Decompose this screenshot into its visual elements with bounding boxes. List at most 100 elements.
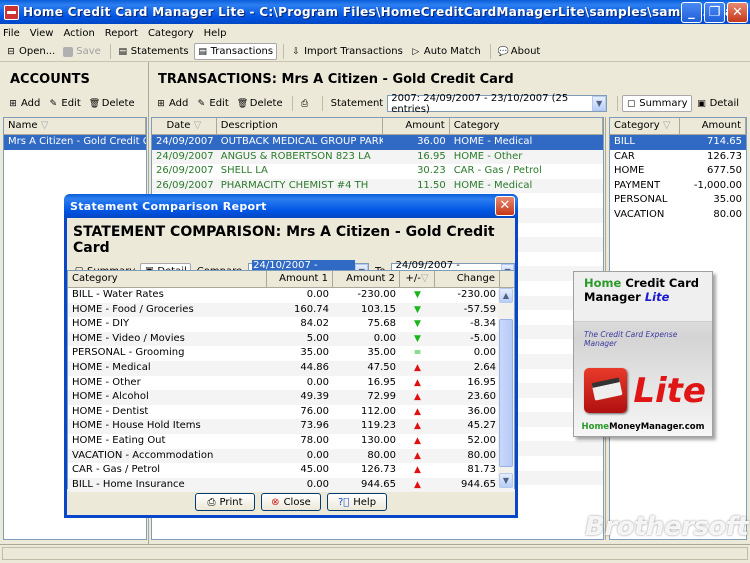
summary-row[interactable]: PAYMENT -1,000.00 bbox=[610, 179, 746, 194]
category-column-header[interactable]: Category bbox=[68, 271, 267, 287]
summary-row[interactable]: PERSONAL 35.00 bbox=[610, 193, 746, 208]
cell-amount1: 5.00 bbox=[306, 332, 329, 344]
status-bar bbox=[0, 544, 750, 563]
cell-amount2: 103.15 bbox=[361, 303, 396, 315]
comparison-row[interactable]: HOME - Eating Out 78.00 130.00 ▲ 52.00 bbox=[68, 434, 514, 449]
edit-transaction-button[interactable]: ✎ Edit bbox=[193, 95, 231, 112]
statement-select[interactable]: 2007: 24/09/2007 - 23/10/2007 (25 entrie… bbox=[387, 93, 608, 115]
close-window-button[interactable]: ✕ bbox=[727, 2, 748, 23]
cell-amount1: 84.02 bbox=[300, 318, 329, 330]
cell-amount1: 35.00 bbox=[300, 347, 329, 359]
comparison-row[interactable]: HOME - Other 0.00 16.95 ▲ 16.95 bbox=[68, 376, 514, 391]
amount2-column-header[interactable]: Amount 2 bbox=[333, 271, 400, 287]
comparison-row[interactable]: HOME - DIY 84.02 75.68 ▼ -8.34 bbox=[68, 317, 514, 332]
transactions-button[interactable]: ▤ Transactions bbox=[193, 43, 278, 60]
statements-button[interactable]: ▤ Statements bbox=[115, 43, 192, 60]
folder-open-icon: ⊟ bbox=[7, 46, 15, 57]
amount-column-header[interactable]: Amount bbox=[383, 118, 450, 134]
summary-amount-header[interactable]: Amount bbox=[680, 118, 746, 134]
comparison-row[interactable]: BILL - Water Rates 0.00 -230.00 ▼ -230.00 bbox=[68, 288, 514, 303]
menu-category[interactable]: Category bbox=[148, 28, 194, 39]
account-row[interactable]: Mrs A Citizen - Gold Credit Card bbox=[4, 135, 146, 150]
summary-amount: 126.73 bbox=[707, 150, 742, 162]
date-column-header[interactable]: Date ▽ bbox=[152, 118, 217, 134]
summary-row[interactable]: CAR 126.73 bbox=[610, 150, 746, 165]
menu-file[interactable]: File bbox=[3, 28, 20, 39]
cell-amount1: 45.00 bbox=[300, 464, 329, 476]
dialog-title: Statement Comparison Report bbox=[70, 199, 267, 213]
summary-row[interactable]: BILL 714.65 bbox=[610, 135, 746, 150]
comparison-row[interactable]: HOME - House Hold Items 73.96 119.23 ▲ 45.27 bbox=[68, 419, 514, 434]
dialog-close-button[interactable]: ⊗ Close bbox=[261, 493, 321, 511]
delete-transaction-button[interactable]: 🗑 Delete bbox=[234, 95, 286, 112]
cell-amount1: 0.00 bbox=[306, 376, 329, 388]
import-transactions-button[interactable]: ⇩ Import Transactions bbox=[288, 43, 406, 60]
summary-category: BILL bbox=[614, 136, 635, 147]
about-button[interactable]: 💬 About bbox=[495, 43, 544, 60]
comparison-row[interactable]: CAR - Gas / Petrol 45.00 126.73 ▲ 81.73 bbox=[68, 463, 514, 478]
menu-view[interactable]: View bbox=[30, 28, 54, 39]
transaction-row[interactable]: 26/09/2007 PHARMACITY CHEMIST #4 TH 11.50 H… bbox=[152, 178, 603, 194]
restore-button[interactable]: ❐ bbox=[704, 2, 725, 23]
scroll-thumb[interactable] bbox=[499, 319, 513, 467]
open-button[interactable]: ⊟ Open... bbox=[3, 43, 58, 60]
comparison-row[interactable]: HOME - Food / Groceries 160.74 103.15 ▼ -57.… bbox=[68, 302, 514, 318]
cell-description: OUTBACK MEDICAL GROUP PARKW... bbox=[220, 136, 383, 147]
summary-category-header[interactable]: Category ▽ bbox=[610, 118, 680, 134]
trend-up-icon: ▲ bbox=[414, 465, 421, 476]
trend-up-icon: ▲ bbox=[414, 450, 421, 461]
print-button[interactable]: ⎙ bbox=[297, 95, 316, 112]
delete-account-button[interactable]: 🗑 Delete bbox=[86, 95, 138, 112]
category-column-header[interactable]: Category bbox=[450, 118, 603, 134]
cell-change: -8.34 bbox=[470, 318, 496, 330]
menu-report[interactable]: Report bbox=[105, 28, 138, 39]
comparison-row[interactable]: HOME - Medical 44.86 47.50 ▲ 2.64 bbox=[68, 360, 514, 376]
comparison-row[interactable]: VACATION - Accommodation 0.00 80.00 ▲ 80.00 bbox=[68, 448, 514, 464]
cell-change: 23.60 bbox=[467, 391, 496, 403]
cell-category: BILL - Water Rates bbox=[72, 289, 164, 300]
summary-row[interactable]: HOME 677.50 bbox=[610, 164, 746, 179]
comparison-row[interactable]: HOME - Dentist 76.00 112.00 ▲ 36.00 bbox=[68, 405, 514, 420]
save-button[interactable]: Save bbox=[60, 43, 104, 60]
description-column-header[interactable]: Description bbox=[217, 118, 383, 134]
cell-description: ANGUS & ROBERTSON 823 LA bbox=[220, 150, 371, 162]
comparison-row[interactable]: BILL - Home Insurance 0.00 944.65 ▲ 944.65 bbox=[68, 477, 514, 493]
dialog-print-button[interactable]: ⎙ Print bbox=[195, 493, 255, 511]
menu-bar: File View Action Report Category Help bbox=[0, 24, 750, 42]
minimize-button[interactable]: _ bbox=[681, 2, 702, 23]
chevron-down-icon[interactable]: ▼ bbox=[592, 96, 607, 111]
transaction-row[interactable]: 24/09/2007 ANGUS & ROBERTSON 823 LA 16.95 H… bbox=[152, 149, 603, 165]
comparison-row[interactable]: HOME - Video / Movies 5.00 0.00 ▼ -5.00 bbox=[68, 331, 514, 347]
cell-change: 45.27 bbox=[467, 420, 496, 432]
cell-category: PERSONAL - Grooming bbox=[72, 347, 185, 359]
change-column-header[interactable]: Change bbox=[435, 271, 500, 287]
edit-account-button[interactable]: ✎ Edit bbox=[45, 95, 83, 112]
summary-icon: ▢ bbox=[626, 98, 636, 109]
transaction-row[interactable]: 26/09/2007 SHELL LA 30.23 CAR - Gas / Petro… bbox=[152, 164, 603, 179]
amount1-column-header[interactable]: Amount 1 bbox=[267, 271, 333, 287]
scroll-down-button[interactable]: ▼ bbox=[499, 473, 513, 488]
detail-toggle[interactable]: ▣ Detail bbox=[694, 95, 742, 112]
comparison-row[interactable]: HOME - Alcohol 49.39 72.99 ▲ 23.60 bbox=[68, 390, 514, 405]
summary-toggle[interactable]: ▢ Summary bbox=[622, 95, 692, 112]
cell-change: -57.59 bbox=[463, 303, 496, 315]
app-icon bbox=[4, 4, 19, 20]
dialog-close-icon[interactable]: ✕ bbox=[495, 196, 515, 216]
auto-match-button[interactable]: ▷ Auto Match bbox=[408, 43, 484, 60]
transaction-row[interactable]: 24/09/2007 OUTBACK MEDICAL GROUP PARKW...… bbox=[152, 135, 603, 150]
cell-amount2: 16.95 bbox=[367, 376, 396, 388]
cell-amount2: 0.00 bbox=[373, 332, 396, 344]
comparison-scrollbar[interactable]: ▲ ▼ bbox=[498, 288, 514, 488]
add-transaction-button[interactable]: ⊞ Add bbox=[153, 95, 191, 112]
summary-row[interactable]: VACATION 80.00 bbox=[610, 208, 746, 223]
comparison-row[interactable]: PERSONAL - Grooming 35.00 35.00 = 0.00 bbox=[68, 346, 514, 361]
delta-column-header[interactable]: +/-▽ bbox=[400, 271, 435, 287]
comparison-table: Category Amount 1 Amount 2 +/-▽ Change B… bbox=[67, 270, 515, 493]
add-account-button[interactable]: ⊞ Add bbox=[5, 95, 43, 112]
dialog-help-button[interactable]: ?⃝ Help bbox=[327, 493, 387, 511]
name-column-header[interactable]: Name ▽ bbox=[4, 118, 146, 134]
scroll-up-button[interactable]: ▲ bbox=[499, 288, 513, 303]
menu-action[interactable]: Action bbox=[63, 28, 94, 39]
cell-date: 26/09/2007 bbox=[156, 179, 214, 191]
menu-help[interactable]: Help bbox=[204, 28, 227, 39]
